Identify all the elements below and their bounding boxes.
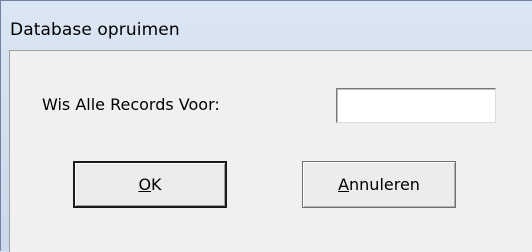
ok-button[interactable]: OK — [73, 161, 227, 208]
ok-button-mnemonic: O — [138, 175, 152, 194]
ok-button-label: K — [151, 175, 162, 194]
purge-date-label: Wis Alle Records Voor: — [42, 95, 220, 114]
purge-date-input[interactable] — [336, 88, 496, 123]
window-title: Database opruimen — [10, 20, 180, 40]
dialog-window: Database opruimen Wis Alle Records Voor:… — [0, 0, 532, 252]
cancel-button-mnemonic: A — [338, 175, 350, 194]
dialog-body: Wis Alle Records Voor: OK Annuleren — [9, 50, 532, 252]
cancel-button[interactable]: Annuleren — [302, 161, 456, 208]
cancel-button-label: nnuleren — [349, 175, 420, 194]
title-bar[interactable]: Database opruimen — [1, 1, 532, 41]
